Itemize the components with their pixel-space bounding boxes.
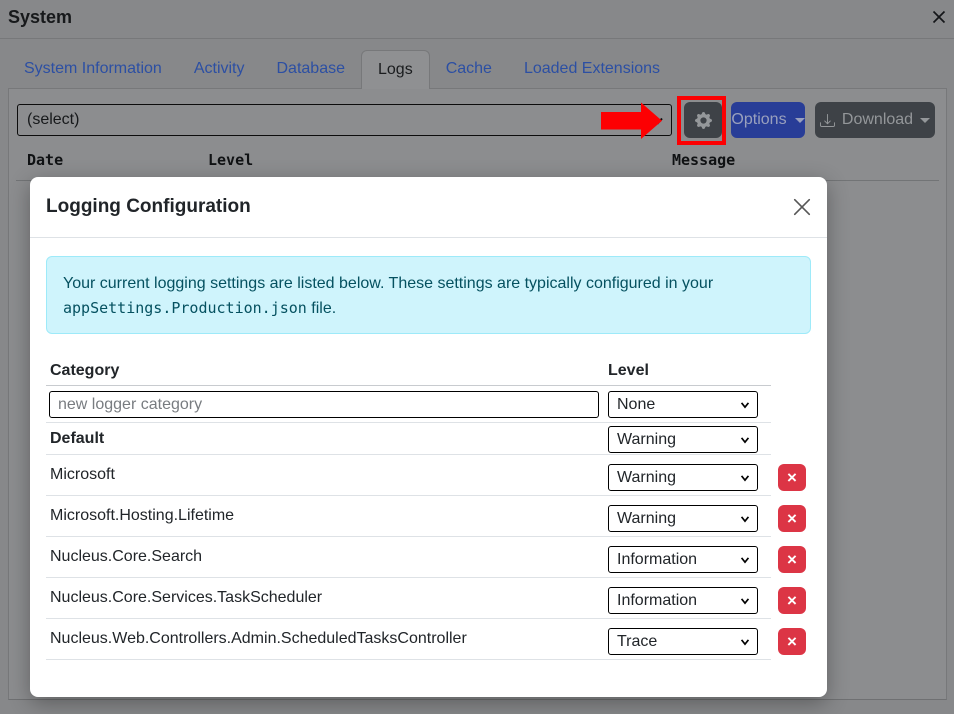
logger-level-select-wrap: Trace <box>608 628 758 655</box>
tab-database[interactable]: Database <box>261 50 362 89</box>
logger-category-label: Microsoft.Hosting.Lifetime <box>50 507 234 525</box>
delete-logger-button[interactable]: × <box>778 628 806 655</box>
logger-config-row: Nucleus.Core.Services.TaskScheduler Info… <box>46 578 771 619</box>
new-logger-level-select[interactable]: None <box>608 391 758 418</box>
logger-category-label: Nucleus.Core.Services.TaskScheduler <box>50 589 322 607</box>
page-title: System <box>8 7 72 28</box>
logger-level-select[interactable]: Trace <box>608 628 758 655</box>
alert-text-suffix: file. <box>307 300 336 317</box>
alert-code: appSettings.Production.json <box>63 299 307 317</box>
tab-system-information[interactable]: System Information <box>8 50 178 89</box>
alert-text: Your current logging settings are listed… <box>63 275 713 292</box>
logger-category-label: Default <box>50 430 104 448</box>
modal-close-icon[interactable] <box>792 197 812 217</box>
tab-cache[interactable]: Cache <box>430 50 508 89</box>
annotation-arrow-icon <box>601 102 663 140</box>
log-column-level: Level <box>208 151 253 169</box>
logger-level-select-wrap: Warning <box>608 426 758 453</box>
delete-logger-button[interactable]: × <box>778 464 806 491</box>
log-column-date: Date <box>27 151 63 169</box>
log-column-message: Message <box>672 151 735 169</box>
logger-config-row: Nucleus.Core.Search Information × <box>46 537 771 578</box>
new-logger-level-select-wrap: None <box>608 391 758 418</box>
logging-configuration-modal: Logging Configuration Your current loggi… <box>30 177 827 697</box>
annotation-rectangle <box>677 96 726 145</box>
titlebar-divider <box>0 38 954 39</box>
logger-level-select-wrap: Warning <box>608 505 758 532</box>
modal-title: Logging Configuration <box>46 196 251 218</box>
config-table-header: Category Level <box>46 350 771 386</box>
logger-category-label: Microsoft <box>50 466 115 484</box>
new-logger-row: None <box>46 386 771 423</box>
logger-category-label: Nucleus.Web.Controllers.Admin.ScheduledT… <box>50 630 467 648</box>
category-header: Category <box>50 363 119 379</box>
logger-config-row: Default Warning <box>46 423 771 455</box>
delete-logger-button[interactable]: × <box>778 546 806 573</box>
info-alert: Your current logging settings are listed… <box>46 256 811 334</box>
logger-level-select-wrap: Warning <box>608 464 758 491</box>
logger-level-select-wrap: Information <box>608 546 758 573</box>
tab-bar: System Information Activity Database Log… <box>8 50 947 89</box>
logger-config-row: Microsoft Warning × <box>46 455 771 496</box>
tab-loaded-extensions[interactable]: Loaded Extensions <box>508 50 676 89</box>
logger-level-select[interactable]: Warning <box>608 426 758 453</box>
logging-config-table: Category Level None Default Warning <box>46 350 811 660</box>
logger-level-select[interactable]: Warning <box>608 464 758 491</box>
tab-logs[interactable]: Logs <box>361 50 430 89</box>
log-table-header: Date Level Message <box>16 89 939 181</box>
delete-logger-button[interactable]: × <box>778 505 806 532</box>
logger-level-select-wrap: Information <box>608 587 758 614</box>
logger-config-row: Nucleus.Web.Controllers.Admin.ScheduledT… <box>46 619 771 660</box>
logger-level-select[interactable]: Information <box>608 546 758 573</box>
logger-config-row: Microsoft.Hosting.Lifetime Warning × <box>46 496 771 537</box>
logger-level-select[interactable]: Warning <box>608 505 758 532</box>
level-header: Level <box>608 363 649 379</box>
delete-logger-button[interactable]: × <box>778 587 806 614</box>
modal-body: Your current logging settings are listed… <box>30 238 827 676</box>
new-logger-category-input[interactable] <box>49 391 599 418</box>
logger-level-select[interactable]: Information <box>608 587 758 614</box>
logger-category-label: Nucleus.Core.Search <box>50 548 202 566</box>
tab-activity[interactable]: Activity <box>178 50 261 89</box>
close-icon[interactable] <box>931 9 947 25</box>
modal-header: Logging Configuration <box>30 177 827 238</box>
